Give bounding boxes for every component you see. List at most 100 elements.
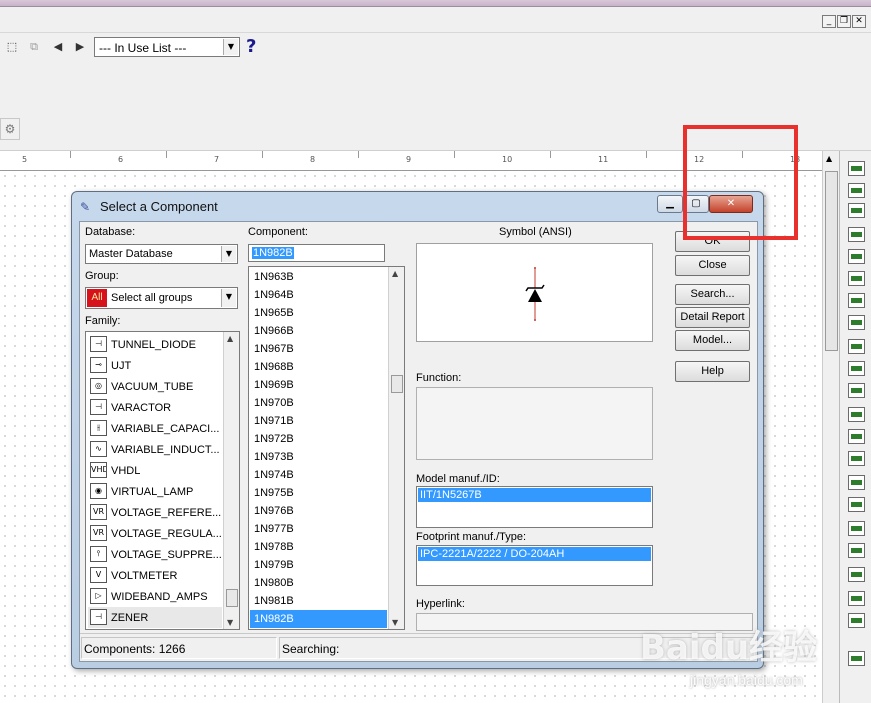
model-list[interactable]: IIT/1N5267B: [416, 486, 653, 528]
component-item[interactable]: 1N981B: [250, 592, 387, 610]
component-item[interactable]: 1N966B: [250, 322, 387, 340]
family-item-label: VOLTAGE_SUPPRE...: [111, 549, 222, 561]
instrument-icon[interactable]: [848, 497, 865, 512]
canvas-vertical-scrollbar[interactable]: ▲: [822, 151, 839, 703]
instrument-icon[interactable]: [848, 591, 865, 606]
instrument-icon[interactable]: [848, 271, 865, 286]
component-item[interactable]: 1N983B: [250, 628, 387, 629]
component-item[interactable]: 1N972B: [250, 430, 387, 448]
family-item[interactable]: ∿ VARIABLE_INDUCT...: [88, 439, 222, 460]
chevron-down-icon[interactable]: ▼: [223, 39, 238, 55]
instrument-icon[interactable]: [848, 613, 865, 628]
family-item[interactable]: ⊸ UJT: [88, 355, 222, 376]
instrument-icon[interactable]: [848, 339, 865, 354]
search-button[interactable]: Search...: [675, 284, 750, 305]
family-scroll-thumb[interactable]: [226, 589, 238, 607]
component-item[interactable]: 1N970B: [250, 394, 387, 412]
instrument-icon[interactable]: [848, 429, 865, 444]
component-item[interactable]: 1N973B: [250, 448, 387, 466]
instrument-icon[interactable]: [848, 203, 865, 218]
instrument-icon[interactable]: [848, 361, 865, 376]
component-item[interactable]: 1N971B: [250, 412, 387, 430]
family-item[interactable]: ◉ VIRTUAL_LAMP: [88, 481, 222, 502]
component-list[interactable]: 1N983B 1N982B 1N981B 1N980B 1N979B 1N978B 1N97…: [248, 266, 405, 630]
group-select[interactable]: All Select all groups ▼: [85, 287, 238, 309]
select-rect-icon[interactable]: ⬚: [4, 40, 20, 54]
back-annotate-icon[interactable]: ◀: [50, 40, 66, 54]
component-scroll-thumb[interactable]: [391, 375, 403, 393]
instrument-icon[interactable]: [848, 521, 865, 536]
minimize-document-button[interactable]: _: [822, 15, 836, 28]
scroll-down-icon[interactable]: ▼: [227, 618, 233, 627]
in-use-list-dropdown[interactable]: --- In Use List --- ▼: [94, 37, 240, 57]
footprint-row[interactable]: IPC-2221A/2222 / DO-204AH: [418, 547, 651, 561]
component-input[interactable]: 1N982B: [248, 244, 385, 262]
component-item[interactable]: 1N964B: [250, 286, 387, 304]
instrument-icon[interactable]: [848, 227, 865, 242]
component-item[interactable]: 1N976B: [250, 502, 387, 520]
family-item[interactable]: ⊣ TUNNEL_DIODE: [88, 334, 222, 355]
chevron-down-icon[interactable]: ▼: [221, 289, 236, 307]
instrument-icon[interactable]: [848, 293, 865, 308]
detail-report-button[interactable]: Detail Report: [675, 307, 750, 328]
family-item[interactable]: V VOLTMETER: [88, 565, 222, 586]
model-row[interactable]: IIT/1N5267B: [418, 488, 651, 502]
component-item[interactable]: 1N982B: [250, 610, 387, 628]
family-list[interactable]: ⊣ ZENER ▷ WIDEBAND_AMPS V VOLTMETER ⫯ VOLTAGE_S…: [85, 331, 240, 630]
minimize-dialog-button[interactable]: ▁: [657, 195, 683, 213]
chevron-down-icon[interactable]: ▼: [221, 246, 236, 262]
instrument-icon[interactable]: [848, 407, 865, 422]
component-item[interactable]: 1N980B: [250, 574, 387, 592]
family-item[interactable]: VR VOLTAGE_REFERE...: [88, 502, 222, 523]
scroll-up-icon[interactable]: ▲: [392, 269, 398, 278]
component-item[interactable]: 1N979B: [250, 556, 387, 574]
family-item[interactable]: ⊣ ZENER: [88, 607, 222, 628]
family-item[interactable]: ⫯ VOLTAGE_SUPPRE...: [88, 544, 222, 565]
component-item[interactable]: 1N965B: [250, 304, 387, 322]
instrument-icon[interactable]: [848, 383, 865, 398]
scroll-thumb[interactable]: [825, 171, 838, 351]
help-button[interactable]: Help: [675, 361, 750, 382]
family-item[interactable]: ▷ WIDEBAND_AMPS: [88, 586, 222, 607]
component-item[interactable]: 1N977B: [250, 520, 387, 538]
scroll-down-icon[interactable]: ▼: [392, 618, 398, 627]
instrument-icon[interactable]: [848, 651, 865, 666]
group-label: Group:: [85, 270, 119, 282]
instrument-icon[interactable]: [848, 543, 865, 558]
ruler-number: 7: [214, 155, 220, 164]
instrument-icon[interactable]: [848, 475, 865, 490]
family-item[interactable]: ⊣ VARACTOR: [88, 397, 222, 418]
database-select[interactable]: Master Database ▼: [85, 244, 238, 264]
family-scrollbar[interactable]: ▲ ▼: [223, 332, 239, 629]
component-scrollbar[interactable]: ▲ ▼: [388, 267, 404, 629]
family-item[interactable]: ◎ VACUUM_TUBE: [88, 376, 222, 397]
model-button[interactable]: Model...: [675, 330, 750, 351]
instrument-icon[interactable]: [848, 315, 865, 330]
component-item[interactable]: 1N963B: [250, 268, 387, 286]
instrument-icon[interactable]: [848, 249, 865, 264]
component-item[interactable]: 1N974B: [250, 466, 387, 484]
restore-document-button[interactable]: ❐: [837, 15, 851, 28]
component-item[interactable]: 1N969B: [250, 376, 387, 394]
probe-icon[interactable]: ⚙: [0, 118, 20, 140]
family-item[interactable]: VHDL VHDL: [88, 460, 222, 481]
close-document-button[interactable]: ✕: [852, 15, 866, 28]
scroll-up-icon[interactable]: ▲: [227, 334, 233, 343]
footprint-list[interactable]: IPC-2221A/2222 / DO-204AH: [416, 545, 653, 586]
component-item[interactable]: 1N978B: [250, 538, 387, 556]
help-icon[interactable]: ?: [246, 36, 256, 57]
copy-icon[interactable]: ⧉: [26, 40, 42, 54]
function-label: Function:: [416, 372, 462, 384]
close-button[interactable]: Close: [675, 255, 750, 276]
instrument-icon[interactable]: [848, 183, 865, 198]
scroll-up-icon[interactable]: ▲: [826, 154, 832, 163]
instrument-icon[interactable]: [848, 161, 865, 176]
instrument-icon[interactable]: [848, 451, 865, 466]
component-item[interactable]: 1N967B: [250, 340, 387, 358]
family-item[interactable]: VR VOLTAGE_REGULA...: [88, 523, 222, 544]
component-item[interactable]: 1N975B: [250, 484, 387, 502]
instrument-icon[interactable]: [848, 567, 865, 582]
forward-annotate-icon[interactable]: ▶: [72, 40, 88, 54]
component-item[interactable]: 1N968B: [250, 358, 387, 376]
family-item[interactable]: ⫲ VARIABLE_CAPACI...: [88, 418, 222, 439]
